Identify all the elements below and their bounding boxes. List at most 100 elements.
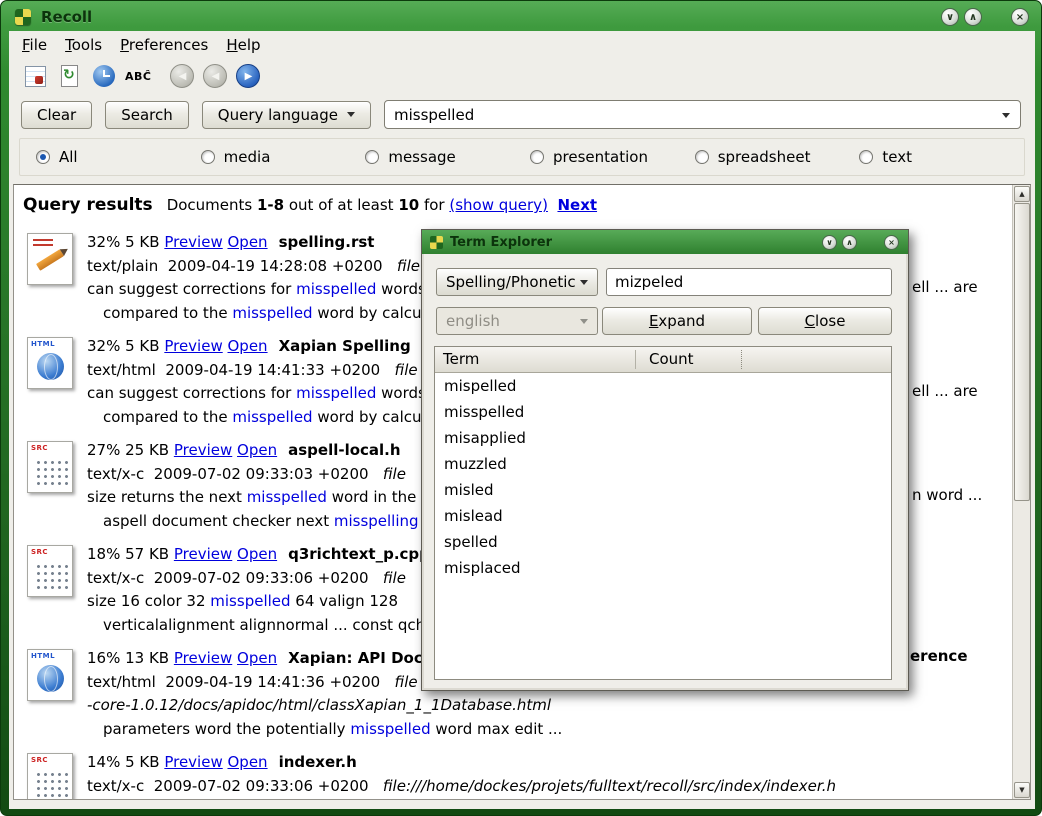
result-snippet: parameters word the potentially misspell… — [87, 718, 1010, 742]
snippet-text: aspell document checker next — [103, 512, 334, 530]
search-button[interactable]: Search — [105, 101, 189, 129]
open-link[interactable]: Open — [228, 233, 268, 251]
match-term: misspelling — [334, 512, 419, 530]
query-language-label: Query language — [218, 106, 338, 124]
menu-help[interactable]: Help — [217, 33, 269, 57]
preview-link[interactable]: Preview — [174, 441, 232, 459]
summary-link[interactable]: Next — [557, 196, 597, 214]
filter-All[interactable]: All — [36, 148, 201, 166]
first-page-icon[interactable] — [170, 64, 194, 88]
results-scrollbar[interactable] — [1012, 185, 1030, 799]
term-row[interactable]: muzzled — [435, 451, 891, 477]
radio-icon[interactable] — [530, 150, 544, 164]
radio-icon[interactable] — [36, 150, 50, 164]
summary-text: 10 — [398, 196, 419, 214]
snippet-text: verticalalignment alignnormal ... const … — [103, 616, 425, 634]
open-link[interactable]: Open — [237, 441, 277, 459]
preview-link[interactable]: Preview — [164, 753, 222, 771]
scroll-down-icon[interactable] — [1014, 782, 1030, 798]
close-icon[interactable]: × — [884, 235, 899, 250]
open-link[interactable]: Open — [237, 545, 277, 563]
scroll-up-icon[interactable] — [1014, 186, 1030, 202]
clear-search-icon[interactable] — [23, 64, 48, 89]
punchcard-dots — [35, 459, 68, 485]
language-select[interactable]: english — [436, 307, 598, 335]
preview-link[interactable]: Preview — [174, 545, 232, 563]
text-file-icon — [27, 233, 73, 285]
maximize-icon[interactable]: ∧ — [964, 8, 982, 26]
radio-icon[interactable] — [695, 150, 709, 164]
snippet-text: can suggest corrections for — [87, 384, 296, 402]
result-url: file — [397, 257, 420, 275]
prev-page-icon[interactable] — [203, 64, 227, 88]
term-row[interactable]: misplaced — [435, 555, 891, 581]
filter-message[interactable]: message — [365, 148, 530, 166]
term-row[interactable]: spelled — [435, 529, 891, 555]
term-cell: muzzled — [435, 451, 635, 477]
dialog-titlebar[interactable]: Term Explorer ∨ ∧ × — [422, 230, 908, 254]
maximize-icon[interactable]: ∧ — [842, 235, 857, 250]
term-row[interactable]: mispelled — [435, 373, 891, 399]
history-glyph — [93, 65, 115, 87]
shade-icon[interactable]: ∨ — [822, 235, 837, 250]
open-link[interactable]: Open — [228, 753, 268, 771]
page-nav-group — [170, 64, 260, 88]
scrollbar-thumb[interactable] — [1014, 203, 1030, 501]
preview-link[interactable]: Preview — [164, 337, 222, 355]
term-row[interactable]: misapplied — [435, 425, 891, 451]
update-index-icon[interactable] — [57, 64, 82, 89]
filter-presentation[interactable]: presentation — [530, 148, 695, 166]
radio-icon[interactable] — [365, 150, 379, 164]
window-controls: ∨ ∧ × — [941, 8, 1029, 26]
expand-button[interactable]: Expand — [602, 307, 752, 335]
file-type-label: SRC — [31, 548, 48, 556]
menu-preferences[interactable]: Preferences — [111, 33, 217, 57]
clear-button[interactable]: Clear — [21, 101, 92, 129]
menu-tools[interactable]: Tools — [56, 33, 111, 57]
shade-icon[interactable]: ∨ — [941, 8, 959, 26]
menubar: File Tools Preferences Help — [9, 31, 1035, 58]
toolbar: ABĈ — [9, 58, 1035, 94]
file-type-label: HTML — [31, 652, 55, 660]
chevron-down-icon[interactable] — [1002, 113, 1010, 118]
column-term[interactable]: Term — [435, 347, 635, 372]
column-count[interactable]: Count — [635, 347, 891, 372]
snippet-text: words — [376, 384, 425, 402]
result-title: indexer.h — [279, 753, 357, 771]
filter-media[interactable]: media — [201, 148, 366, 166]
preview-link[interactable]: Preview — [164, 233, 222, 251]
file-type-label: HTML — [31, 340, 55, 348]
filter-spreadsheet[interactable]: spreadsheet — [695, 148, 860, 166]
term-row[interactable]: misspelled — [435, 399, 891, 425]
next-page-icon[interactable] — [236, 64, 260, 88]
radio-icon[interactable] — [201, 150, 215, 164]
query-input[interactable] — [389, 106, 992, 124]
query-combo[interactable] — [384, 100, 1021, 129]
count-cell — [635, 477, 891, 503]
result-text-fragment: ell ... are — [912, 278, 978, 296]
summary-link[interactable]: (show query) — [449, 196, 548, 214]
open-link[interactable]: Open — [228, 337, 268, 355]
expansion-mode-select[interactable]: Spelling/Phonetic — [436, 268, 598, 296]
result-url: file — [383, 569, 406, 587]
file-type-label: SRC — [31, 756, 48, 764]
dialog-close-button[interactable]: Close — [758, 307, 892, 335]
window-titlebar[interactable]: Recoll ∨ ∧ × — [9, 5, 1033, 29]
history-icon[interactable] — [91, 64, 116, 89]
close-icon[interactable]: × — [1011, 8, 1029, 26]
term-explorer-icon[interactable]: ABĈ — [125, 64, 151, 89]
html-file-icon: HTML — [27, 649, 73, 701]
term-row[interactable]: misled — [435, 477, 891, 503]
count-cell — [635, 451, 891, 477]
term-row[interactable]: mislead — [435, 503, 891, 529]
filter-text[interactable]: text — [859, 148, 1024, 166]
query-language-select[interactable]: Query language — [202, 101, 371, 129]
term-input[interactable] — [606, 268, 892, 296]
result-meta-line: text/x-c 2009-07-02 09:33:06 +0200 file:… — [87, 775, 1010, 799]
open-link[interactable]: Open — [237, 649, 277, 667]
preview-link[interactable]: Preview — [174, 649, 232, 667]
snippet-text: compared to the — [103, 304, 232, 322]
menu-file[interactable]: File — [13, 33, 56, 57]
radio-icon[interactable] — [859, 150, 873, 164]
result-score: 16% 13 KB — [87, 649, 174, 667]
